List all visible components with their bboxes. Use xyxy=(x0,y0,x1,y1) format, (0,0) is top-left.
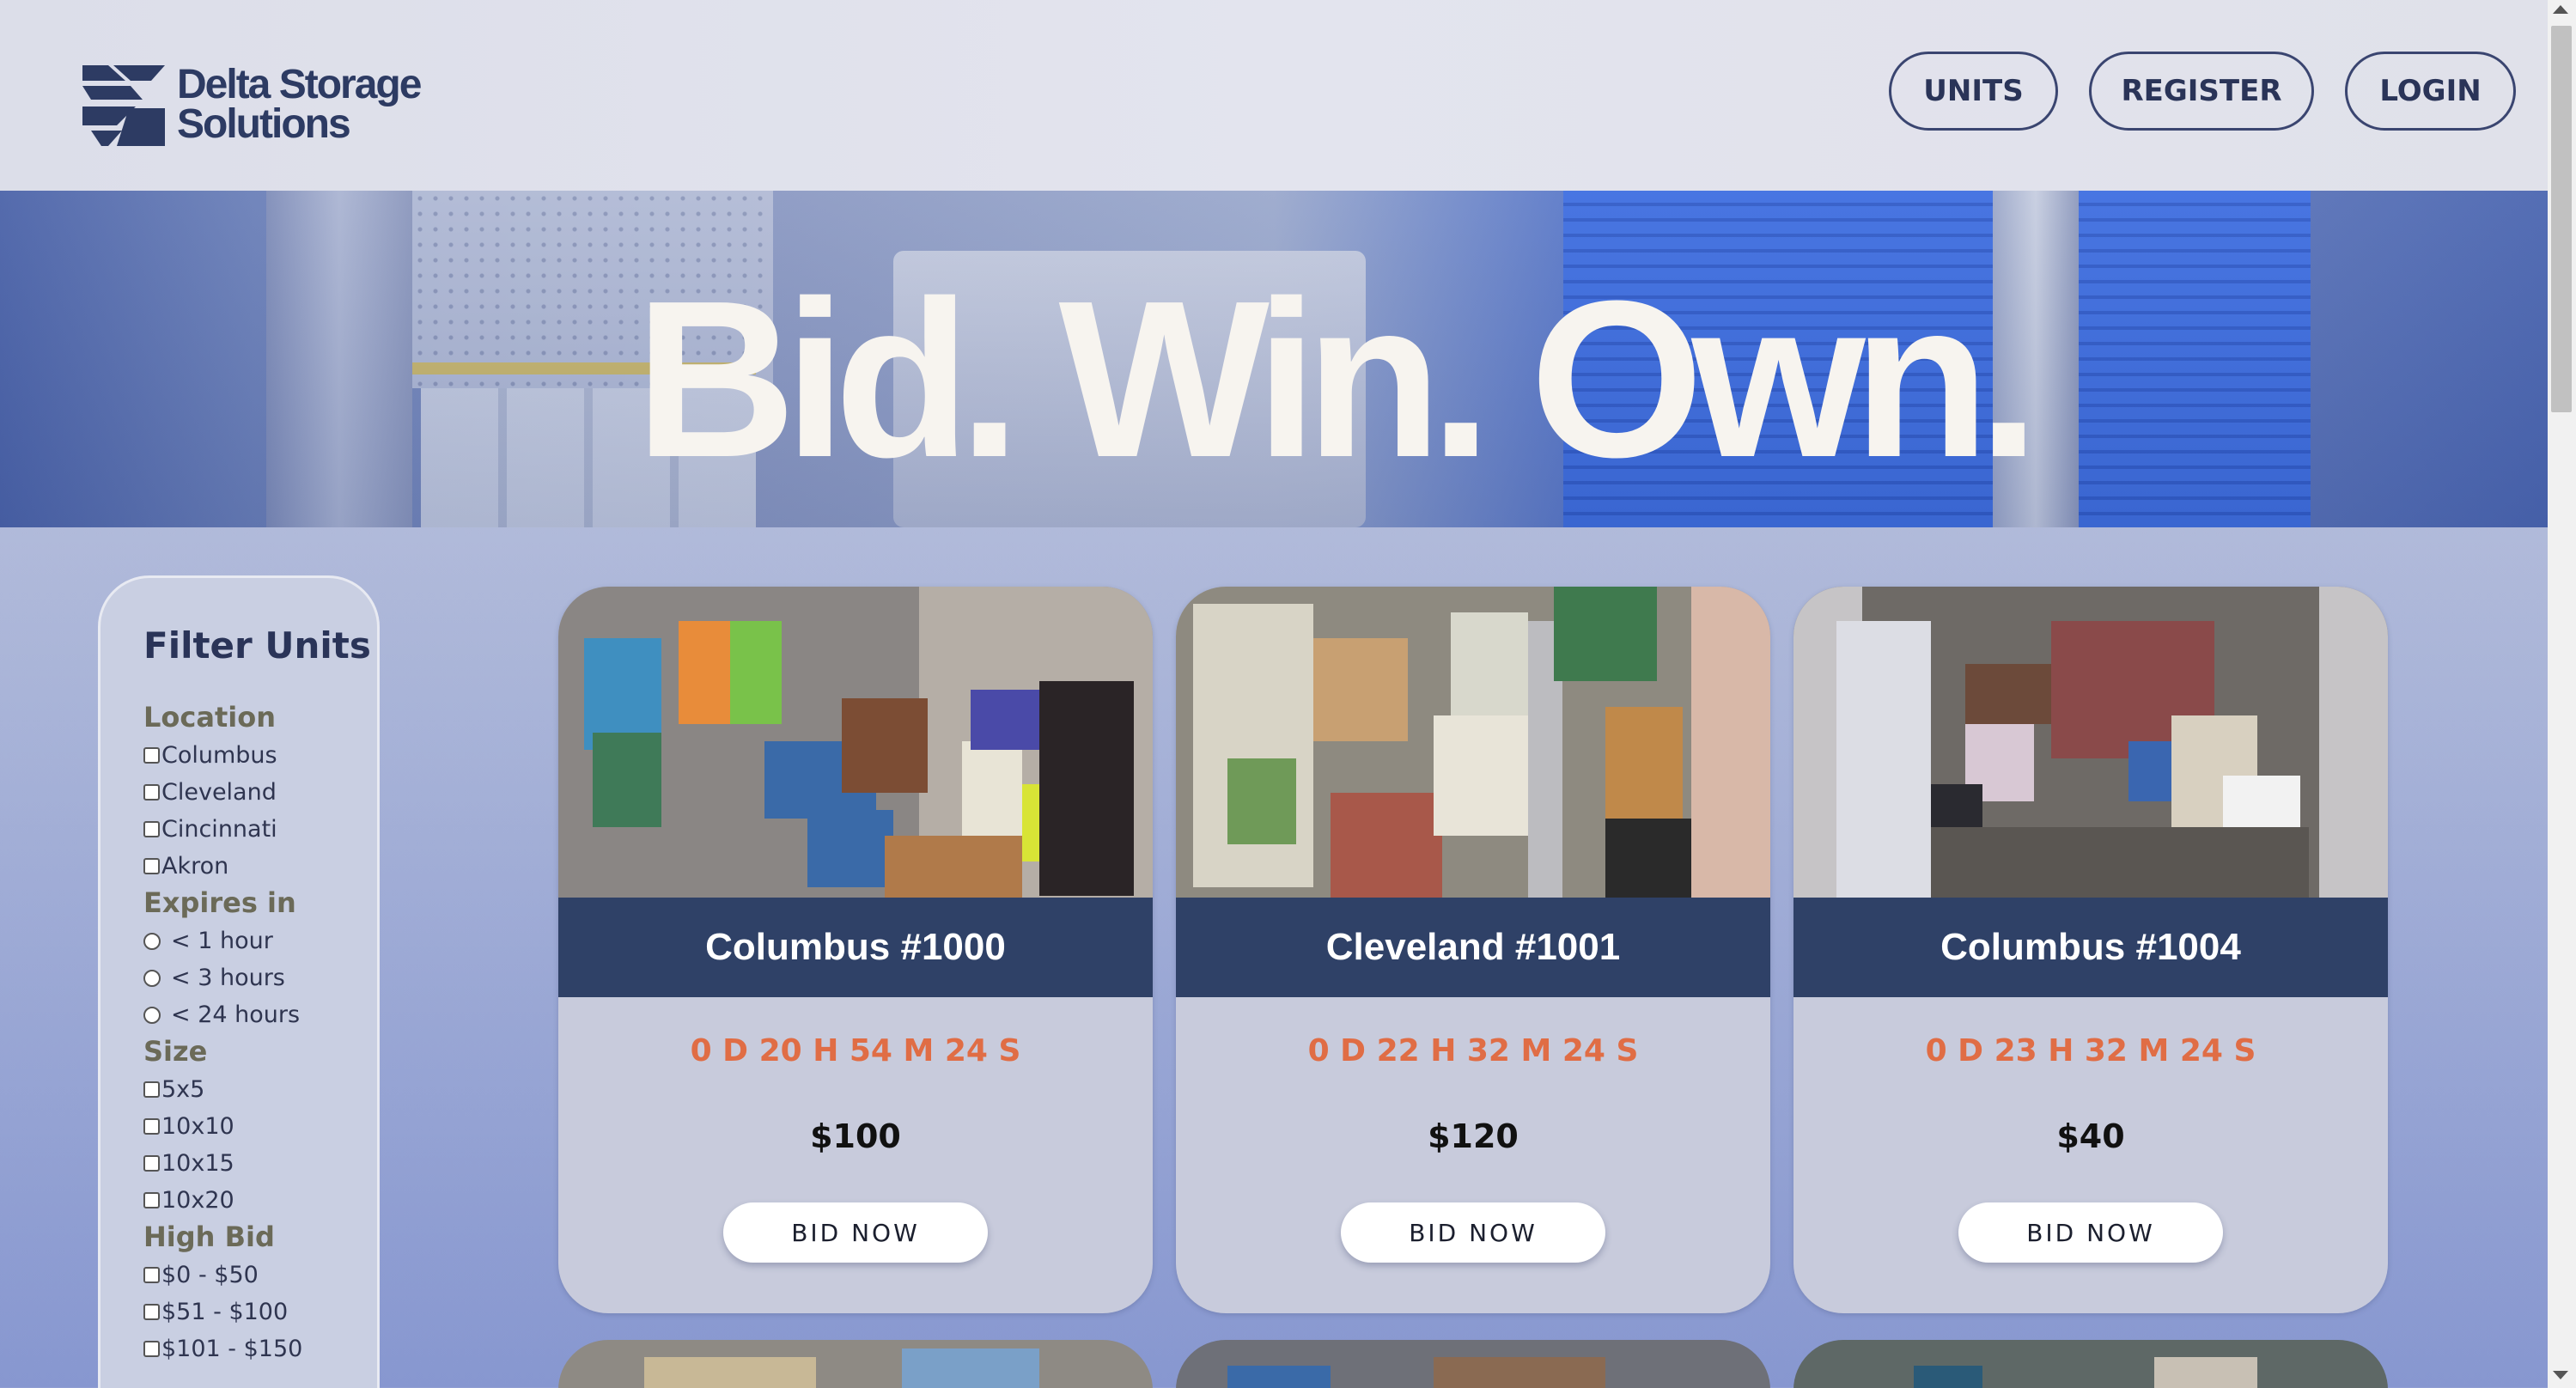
current-bid: $120 xyxy=(1428,1117,1519,1155)
site-header: Delta Storage Solutions UNITS REGISTER L… xyxy=(0,0,2548,191)
size-option[interactable]: 5x5 xyxy=(143,1071,377,1108)
countdown-timer: 0 D 20 H 54 M 24 S xyxy=(690,1033,1021,1068)
bid-now-button[interactable]: BID NOW xyxy=(1958,1202,2223,1263)
unit-photo xyxy=(1176,587,1770,898)
location-heading: Location xyxy=(143,701,276,734)
scroll-up-icon[interactable] xyxy=(2553,5,2568,14)
filter-panel: Filter Units Location Columbus Cleveland… xyxy=(98,575,380,1388)
option-label: < 24 hours xyxy=(171,1001,301,1028)
units-button[interactable]: UNITS xyxy=(1889,52,2058,131)
checkbox[interactable] xyxy=(143,1081,160,1098)
hero-banner: Bid. Win. Own. xyxy=(0,191,2548,527)
unit-photo xyxy=(558,1340,1153,1388)
brand-line2: Solutions xyxy=(177,101,351,147)
unit-name: Columbus #1004 xyxy=(1793,898,2388,997)
option-label: 5x5 xyxy=(161,1076,205,1103)
checkbox[interactable] xyxy=(143,784,160,801)
checkbox[interactable] xyxy=(143,1118,160,1135)
size-option[interactable]: 10x10 xyxy=(143,1108,377,1145)
option-label: < 1 hour xyxy=(171,928,273,954)
expires-option[interactable]: < 1 hour xyxy=(143,922,377,959)
register-button[interactable]: REGISTER xyxy=(2089,52,2314,131)
expires-option[interactable]: < 24 hours xyxy=(143,996,377,1033)
size-option[interactable]: 10x15 xyxy=(143,1145,377,1182)
checkbox[interactable] xyxy=(143,1267,160,1283)
option-label: < 3 hours xyxy=(171,965,285,991)
option-label: 10x20 xyxy=(161,1187,234,1214)
option-label: $101 - $150 xyxy=(161,1336,303,1362)
radio-button[interactable] xyxy=(143,1006,161,1024)
unit-name: Cleveland #1001 xyxy=(1176,898,1770,997)
bid-now-button[interactable]: BID NOW xyxy=(723,1202,988,1263)
high-bid-option[interactable]: $0 - $50 xyxy=(143,1257,377,1294)
unit-card-partial[interactable] xyxy=(1793,1340,2388,1388)
filter-title: Filter Units xyxy=(143,624,371,667)
current-bid: $100 xyxy=(810,1117,901,1155)
unit-photo xyxy=(1793,1340,2388,1388)
option-label: $51 - $100 xyxy=(161,1299,289,1325)
unit-photo xyxy=(1176,1340,1770,1388)
unit-card[interactable]: Columbus #1000 0 D 20 H 54 M 24 S $100 B… xyxy=(558,587,1153,1313)
bid-now-button[interactable]: BID NOW xyxy=(1341,1202,1605,1263)
option-label: 10x15 xyxy=(161,1150,234,1177)
option-label: $0 - $50 xyxy=(161,1262,259,1288)
checkbox[interactable] xyxy=(143,747,160,764)
login-button[interactable]: LOGIN xyxy=(2345,52,2516,131)
location-option[interactable]: Columbus xyxy=(143,737,377,774)
expires-option[interactable]: < 3 hours xyxy=(143,959,377,996)
checkbox[interactable] xyxy=(143,1155,160,1172)
countdown-timer: 0 D 22 H 32 M 24 S xyxy=(1307,1033,1639,1068)
option-label: 10x10 xyxy=(161,1113,234,1140)
location-option[interactable]: Cincinnati xyxy=(143,811,377,848)
high-bid-option[interactable]: $51 - $100 xyxy=(143,1294,377,1330)
checkbox[interactable] xyxy=(143,1341,160,1357)
checkbox[interactable] xyxy=(143,1304,160,1320)
option-label: Cleveland xyxy=(161,779,277,806)
size-heading: Size xyxy=(143,1035,208,1068)
location-option[interactable]: Cleveland xyxy=(143,774,377,811)
unit-photo xyxy=(558,587,1153,898)
option-label: Akron xyxy=(161,853,229,880)
size-option[interactable]: 10x20 xyxy=(143,1182,377,1219)
brand-logo[interactable]: Delta Storage Solutions xyxy=(82,62,426,148)
location-option[interactable]: Akron xyxy=(143,848,377,885)
high-bid-option[interactable]: $101 - $150 xyxy=(143,1330,377,1367)
hero-title: Bid. Win. Own. xyxy=(635,255,2039,504)
delta-logo-icon xyxy=(82,65,165,146)
unit-card[interactable]: Columbus #1004 0 D 23 H 32 M 24 S $40 BI… xyxy=(1793,587,2388,1313)
unit-card[interactable]: Cleveland #1001 0 D 22 H 32 M 24 S $120 … xyxy=(1176,587,1770,1313)
scroll-down-icon[interactable] xyxy=(2553,1371,2568,1379)
countdown-timer: 0 D 23 H 32 M 24 S xyxy=(1925,1033,2256,1068)
option-label: Columbus xyxy=(161,742,277,769)
radio-button[interactable] xyxy=(143,932,161,950)
checkbox[interactable] xyxy=(143,1192,160,1208)
current-bid: $40 xyxy=(2056,1117,2125,1155)
high-bid-heading: High Bid xyxy=(143,1221,275,1253)
expires-heading: Expires in xyxy=(143,886,296,919)
checkbox[interactable] xyxy=(143,821,160,837)
brand-name: Delta Storage Solutions xyxy=(177,62,422,147)
checkbox[interactable] xyxy=(143,858,160,874)
unit-photo xyxy=(1793,587,2388,898)
option-label: Cincinnati xyxy=(161,816,277,843)
unit-name: Columbus #1000 xyxy=(558,898,1153,997)
unit-card-partial[interactable] xyxy=(1176,1340,1770,1388)
unit-card-partial[interactable] xyxy=(558,1340,1153,1388)
brand-line1: Delta Storage xyxy=(177,62,422,107)
radio-button[interactable] xyxy=(143,969,161,987)
scrollbar-thumb[interactable] xyxy=(2551,26,2572,412)
